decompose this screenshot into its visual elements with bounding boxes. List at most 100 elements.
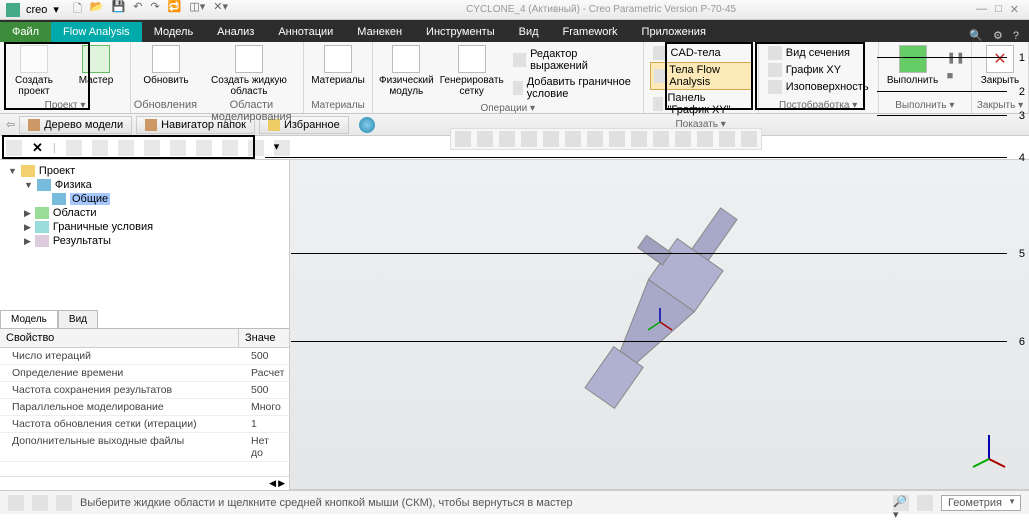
redo-icon[interactable]: ↷: [150, 0, 159, 19]
binocular-icon[interactable]: 🔎▾: [893, 495, 909, 511]
tool-icon-3[interactable]: [118, 140, 134, 156]
delete-icon[interactable]: ✕: [32, 140, 43, 156]
prop-row[interactable]: Параллельное моделированиеМного: [0, 399, 289, 416]
display-style-icon[interactable]: [565, 131, 581, 147]
regen-icon[interactable]: 🔁: [168, 0, 182, 19]
zoom-fit-icon[interactable]: [455, 131, 471, 147]
expression-editor-button[interactable]: Редактор выражений: [510, 47, 637, 73]
tab-manikin[interactable]: Манекен: [345, 22, 414, 42]
tab-model[interactable]: Модель: [142, 22, 205, 42]
globe-icon[interactable]: [359, 117, 375, 133]
prop-row[interactable]: Определение времениРасчет: [0, 365, 289, 382]
quick-access-toolbar[interactable]: 🗋 📂 💾 ↶ ↷ 🔁 ◫▾ ✕▾: [65, 0, 236, 19]
tab-file[interactable]: Файл: [0, 22, 51, 42]
minimize-icon[interactable]: —: [976, 3, 987, 16]
annot-icon[interactable]: [653, 131, 669, 147]
xy-panel-toggle[interactable]: Панель "График XY": [650, 91, 752, 117]
materials-button[interactable]: Материалы: [310, 45, 366, 86]
zoom-out-icon[interactable]: [499, 131, 515, 147]
add-bc-button[interactable]: Добавить граничное условие: [510, 75, 637, 101]
subtab-model-tree[interactable]: Дерево модели: [19, 116, 132, 134]
create-project-button[interactable]: Создать проект: [6, 45, 62, 97]
tree-node-bc[interactable]: ▶Граничные условия: [8, 220, 281, 234]
tab-framework[interactable]: Framework: [551, 22, 630, 42]
saved-views-icon[interactable]: [587, 131, 603, 147]
property-grid[interactable]: СвойствоЗначе Число итераций500 Определе…: [0, 329, 289, 476]
close-window-icon[interactable]: ✕: [1010, 3, 1019, 16]
section-view-button[interactable]: Вид сечения: [765, 45, 872, 61]
maximize-icon[interactable]: □: [995, 3, 1002, 16]
xy-graph-button[interactable]: График XY: [765, 62, 872, 78]
app-menu[interactable]: creo ▾: [0, 3, 65, 17]
tool-icon-5[interactable]: [170, 140, 186, 156]
tab-analysis[interactable]: Анализ: [205, 22, 266, 42]
tab-flow-analysis[interactable]: Flow Analysis: [51, 22, 142, 42]
tool-icon-4[interactable]: [144, 140, 160, 156]
windows-icon[interactable]: ◫▾: [189, 0, 205, 19]
cad-bodies-toggle[interactable]: CAD-тела: [650, 45, 752, 61]
gear-icon[interactable]: ⚙: [993, 29, 1003, 42]
proptab-model[interactable]: Модель: [0, 310, 58, 328]
prop-row[interactable]: Частота обновления сетки (итерации)1: [0, 416, 289, 433]
tool-icon-1[interactable]: [66, 140, 82, 156]
window-controls[interactable]: — □ ✕: [966, 3, 1029, 16]
isosurface-button[interactable]: Изоповерхность: [765, 79, 872, 95]
tree-node-general[interactable]: Общие: [8, 192, 281, 206]
tree-node-physics[interactable]: ▼Физика: [8, 178, 281, 192]
search-icon[interactable]: 🔍: [969, 29, 983, 42]
scroll-left-icon[interactable]: ◀: [269, 478, 276, 489]
selection-filter-combo[interactable]: Геометрия: [941, 495, 1021, 511]
play-icon[interactable]: [697, 131, 713, 147]
tool-icon-6[interactable]: [196, 140, 212, 156]
tree-node-results[interactable]: ▶Результаты: [8, 234, 281, 248]
pause2-icon[interactable]: [719, 131, 735, 147]
close-button[interactable]: ✕ Закрыть: [978, 45, 1022, 86]
tab-tools[interactable]: Инструменты: [414, 22, 507, 42]
save-icon[interactable]: 💾: [112, 0, 126, 19]
fluid-region-button[interactable]: Создать жидкую область: [201, 45, 297, 97]
prop-row[interactable]: Частота сохранения результатов500: [0, 382, 289, 399]
view-mgr-icon[interactable]: [609, 131, 625, 147]
proptab-view[interactable]: Вид: [58, 310, 98, 328]
refresh-button[interactable]: Обновить: [137, 45, 195, 86]
spin-icon[interactable]: [543, 131, 559, 147]
back-icon[interactable]: ⇦: [6, 118, 15, 131]
flow-bodies-toggle[interactable]: Тела Flow Analysis: [650, 62, 752, 90]
tab-view[interactable]: Вид: [507, 22, 551, 42]
run-label[interactable]: Выполнить ▾: [879, 98, 971, 113]
prop-row[interactable]: Дополнительные выходные файлыНет до: [0, 433, 289, 462]
close-icon[interactable]: ✕▾: [213, 0, 228, 19]
ops-label[interactable]: Операции ▾: [373, 101, 643, 116]
run-button[interactable]: Выполнить: [885, 45, 941, 86]
filter-icon[interactable]: [917, 495, 933, 511]
repaint-icon[interactable]: [521, 131, 537, 147]
open-icon[interactable]: 📂: [90, 0, 104, 19]
prop-row[interactable]: Число итераций500: [0, 348, 289, 365]
tab-applications[interactable]: Приложения: [630, 22, 718, 42]
stop2-icon[interactable]: [741, 131, 757, 147]
tool-icon-9[interactable]: ▾: [274, 140, 290, 156]
scroll-right-icon[interactable]: ▶: [278, 478, 285, 489]
generate-mesh-button[interactable]: Генерировать сетку: [440, 45, 504, 97]
model-tree[interactable]: ▼Проект ▼Физика Общие ▶Области ▶Граничны…: [0, 160, 289, 310]
info-icon[interactable]: [32, 495, 48, 511]
tree-node-regions[interactable]: ▶Области: [8, 206, 281, 220]
tool-icon-7[interactable]: [222, 140, 238, 156]
tool-icon-2[interactable]: [92, 140, 108, 156]
post-label[interactable]: Постобработка ▾: [759, 98, 878, 113]
viewport[interactable]: [290, 160, 1029, 490]
expand-icon[interactable]: [6, 140, 22, 156]
tab-annotations[interactable]: Аннотации: [266, 22, 345, 42]
help-icon[interactable]: ?: [1013, 30, 1019, 42]
wizard-button[interactable]: Мастер: [68, 45, 124, 86]
layer-icon[interactable]: [631, 131, 647, 147]
group-project-label[interactable]: Проект ▾: [0, 98, 130, 113]
datum-icon[interactable]: [675, 131, 691, 147]
new-icon[interactable]: 🗋: [73, 0, 82, 19]
zoom-in-icon[interactable]: [477, 131, 493, 147]
undo-icon[interactable]: ↶: [133, 0, 142, 19]
tool-icon-8[interactable]: [248, 140, 264, 156]
layers-icon[interactable]: [56, 495, 72, 511]
msg-icon[interactable]: [8, 495, 24, 511]
physics-module-button[interactable]: Физический модуль: [379, 45, 434, 97]
